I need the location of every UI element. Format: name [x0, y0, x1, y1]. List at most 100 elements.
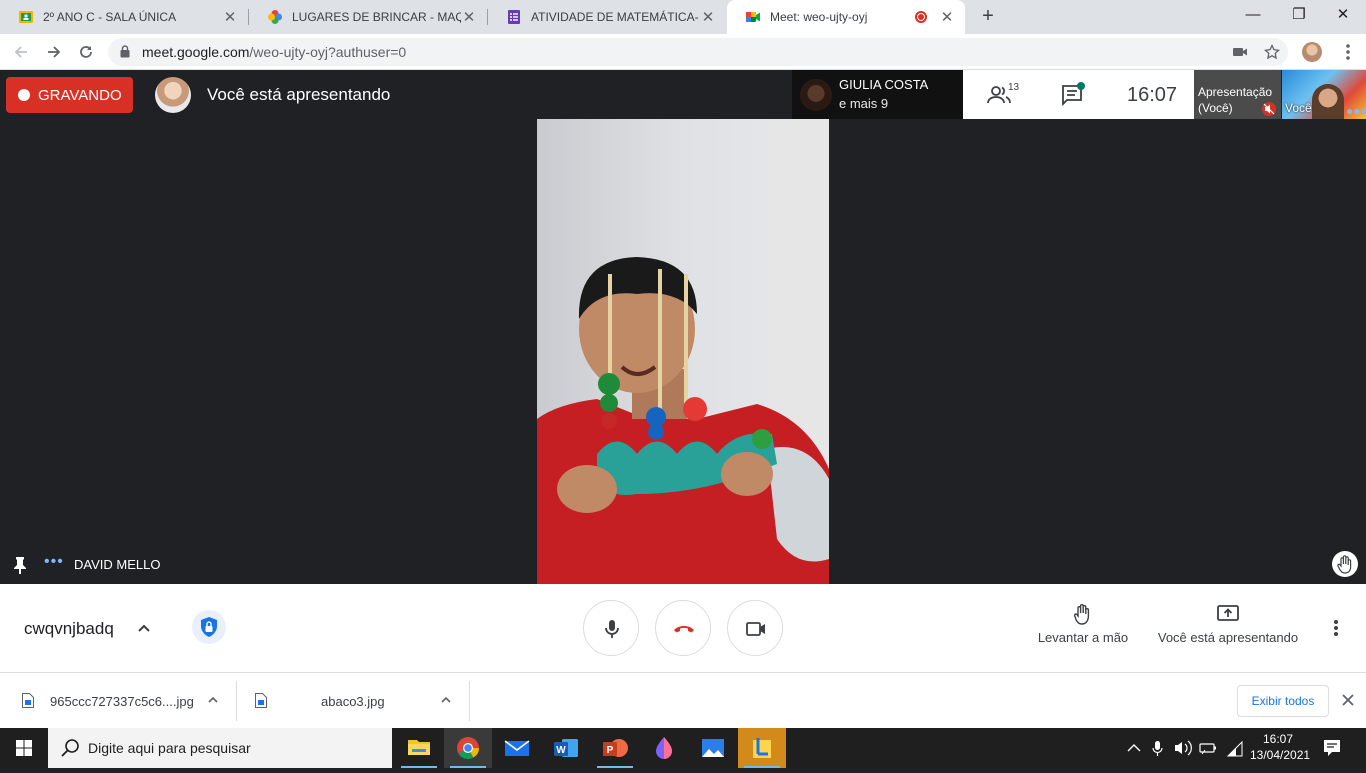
taskbar-date: 13/04/2021: [1250, 748, 1311, 762]
close-tab-icon[interactable]: ✕: [461, 8, 477, 26]
tab-meet[interactable]: Meet: weo-ujty-oyj ✕: [727, 0, 965, 34]
powerpoint-icon[interactable]: P: [591, 728, 639, 768]
close-tab-icon[interactable]: ✕: [222, 8, 238, 26]
start-button[interactable]: [0, 728, 48, 768]
word-icon[interactable]: W: [542, 728, 590, 768]
google-photos-icon: [267, 9, 283, 25]
address-bar: meet.google.com/weo-ujty-oyj?authuser=0: [0, 34, 1366, 70]
tab-title: ATIVIDADE DE MATEMÁTICA- SISTE: [531, 10, 700, 24]
video-stage: ••• DAVID MELLO: [0, 119, 1366, 584]
speaker-avatar: [800, 79, 832, 111]
profile-avatar[interactable]: [1302, 42, 1322, 62]
camera-button[interactable]: [727, 600, 783, 656]
url-text: meet.google.com/weo-ujty-oyj?authuser=0: [142, 44, 406, 60]
restore-button[interactable]: ❐: [1276, 0, 1322, 30]
muted-icon: [1262, 102, 1276, 116]
chevron-up-icon[interactable]: [439, 693, 453, 707]
search-icon: [61, 739, 79, 757]
microphone-button[interactable]: [583, 600, 639, 656]
participant-count: 13: [1008, 82, 1020, 93]
google-forms-icon: [506, 9, 522, 25]
battery-icon: [1199, 743, 1216, 755]
meet-top-bar: GRAVANDO Você está apresentando GIULIA C…: [0, 70, 1366, 119]
presentation-thumb-sublabel: (Você): [1198, 101, 1233, 115]
paint3d-icon[interactable]: [640, 728, 688, 768]
presenting-button-label: Você está apresentando: [1157, 630, 1299, 645]
camera-icon: [746, 622, 765, 636]
browser-menu-icon[interactable]: [1340, 41, 1356, 63]
new-tab-button[interactable]: +: [976, 4, 1000, 28]
download-item[interactable]: 965ccc727337c5c6....jpg: [22, 681, 232, 721]
speaker-name: GIULIA COSTA: [839, 77, 929, 92]
image-file-icon: [255, 693, 267, 708]
back-button[interactable]: [9, 40, 33, 64]
close-tab-icon[interactable]: ✕: [700, 8, 716, 26]
forward-button[interactable]: [42, 40, 66, 64]
google-meet-icon: [745, 9, 761, 25]
tab-classroom[interactable]: 2º ANO C - SALA ÚNICA ✕: [0, 0, 248, 34]
tab-forms[interactable]: ATIVIDADE DE MATEMÁTICA- SISTE ✕: [488, 0, 726, 34]
reload-button[interactable]: [74, 40, 98, 64]
present-now-button[interactable]: Você está apresentando: [1150, 602, 1306, 645]
raised-hand-indicator-icon: [1332, 551, 1358, 577]
bookmark-star-icon[interactable]: [1263, 43, 1281, 60]
host-controls-shield-icon[interactable]: [192, 610, 226, 644]
close-icon[interactable]: [1339, 691, 1357, 709]
tab-title: 2º ANO C - SALA ÚNICA: [43, 10, 177, 24]
meeting-clock: 16:07: [1127, 84, 1178, 106]
self-view-label: Você: [1285, 101, 1312, 115]
download-shelf: 965ccc727337c5c6....jpg abaco3.jpg Exibi…: [0, 672, 1366, 728]
wifi-icon: [1226, 740, 1243, 757]
meeting-controls: cwqvnjbadq Levantar a mão Você está apre…: [0, 584, 1366, 672]
meeting-code[interactable]: cwqvnjbadq: [24, 619, 114, 639]
recording-badge[interactable]: GRAVANDO: [6, 77, 133, 113]
raise-hand-icon: [1073, 604, 1090, 625]
chevron-up-icon[interactable]: [136, 620, 152, 636]
close-window-button[interactable]: ✕: [1320, 0, 1366, 30]
tab-title: LUGARES DE BRINCAR - MAQUETE: [292, 10, 461, 24]
leave-call-button[interactable]: [655, 600, 711, 656]
classroom-icon: [18, 9, 34, 25]
photos-icon[interactable]: [689, 728, 737, 768]
present-screen-icon: [1217, 605, 1239, 621]
presenting-status: Você está apresentando: [207, 85, 391, 104]
chrome-icon[interactable]: [444, 728, 492, 768]
svg-text:P: P: [607, 745, 614, 756]
presenter-avatar: [155, 77, 191, 113]
show-all-downloads-button[interactable]: Exibir todos: [1237, 685, 1329, 717]
mail-icon[interactable]: [493, 728, 541, 768]
image-file-icon: [22, 693, 34, 708]
microphone-icon: [605, 620, 619, 638]
download-divider: [469, 681, 470, 721]
taskbar-search[interactable]: Digite aqui para pesquisar: [48, 728, 392, 768]
camera-in-use-icon[interactable]: [1232, 44, 1248, 60]
taskbar-time: 16:07: [1262, 732, 1294, 746]
presentation-thumbnail[interactable]: Apresentação (Você): [1194, 70, 1281, 119]
taskbar-clock[interactable]: 16:07 13/04/2021: [1250, 731, 1311, 763]
download-item[interactable]: abaco3.jpg: [255, 681, 465, 721]
download-divider: [236, 681, 237, 721]
url-host: meet.google.com: [142, 44, 250, 60]
omnibox[interactable]: meet.google.com/weo-ujty-oyj?authuser=0: [108, 38, 1288, 66]
sticky-app-icon[interactable]: [738, 728, 786, 768]
raise-hand-button[interactable]: Levantar a mão: [1030, 602, 1136, 645]
self-view-thumbnail[interactable]: Você ●●●: [1282, 70, 1366, 119]
more-options-icon[interactable]: [1326, 616, 1346, 640]
pin-icon[interactable]: [12, 556, 28, 574]
chevron-up-icon[interactable]: [206, 693, 220, 707]
speaker-more-count: e mais 9: [839, 96, 889, 111]
notification-center-icon[interactable]: [1322, 738, 1342, 758]
raise-hand-label: Levantar a mão: [1037, 630, 1129, 645]
recording-indicator-icon: [915, 11, 927, 23]
close-tab-icon[interactable]: ✕: [939, 8, 955, 26]
presentation-thumb-label: Apresentação: [1198, 85, 1273, 99]
lock-icon[interactable]: [120, 45, 130, 58]
hang-up-icon: [674, 626, 694, 633]
microphone-icon: [1152, 741, 1163, 756]
participant-name: DAVID MELLO: [74, 557, 161, 572]
tab-photos[interactable]: LUGARES DE BRINCAR - MAQUETE ✕: [249, 0, 487, 34]
recording-label: GRAVANDO: [38, 86, 122, 104]
file-explorer-icon[interactable]: [395, 728, 443, 768]
minimize-button[interactable]: —: [1230, 0, 1276, 30]
record-dot-icon: [18, 89, 30, 101]
